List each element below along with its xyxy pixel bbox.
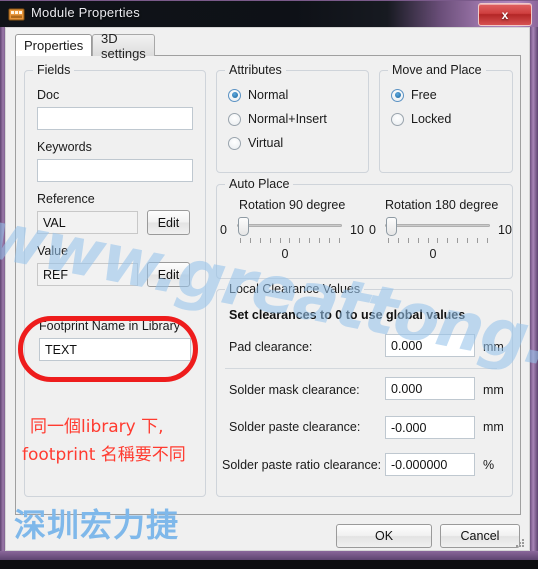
rotation-90-value: 0 bbox=[281, 247, 289, 261]
rotation-180-slider-ticks bbox=[388, 238, 488, 243]
rotation-90-slider-ticks bbox=[240, 238, 340, 243]
solder-paste-clearance-label: Solder paste clearance: bbox=[229, 420, 361, 434]
rotation-180-max-label: 10 bbox=[498, 223, 512, 237]
attributes-option-normal-insert-label: Normal+Insert bbox=[248, 112, 327, 126]
radio-locked-icon bbox=[391, 112, 404, 126]
doc-input[interactable] bbox=[37, 107, 193, 130]
fields-group-title: Fields bbox=[33, 63, 75, 77]
attributes-group-title: Attributes bbox=[225, 63, 286, 77]
rotation-180-slider[interactable] bbox=[385, 217, 490, 245]
reference-input[interactable] bbox=[37, 211, 138, 234]
clearance-separator bbox=[225, 368, 497, 369]
keywords-input[interactable] bbox=[37, 159, 193, 182]
pad-clearance-input[interactable] bbox=[385, 334, 475, 357]
rotation-180-slider-track bbox=[385, 224, 490, 227]
cancel-button[interactable]: Cancel bbox=[440, 524, 520, 548]
solder-paste-ratio-clearance-input[interactable] bbox=[385, 453, 475, 476]
solder-mask-clearance-unit: mm bbox=[483, 383, 504, 397]
rotation-90-min-label: 0 bbox=[220, 223, 227, 237]
solder-paste-ratio-clearance-unit: % bbox=[483, 458, 495, 472]
attributes-group: Attributes Normal Normal+Insert Virtual bbox=[216, 63, 369, 173]
dialog-client-area: Properties 3D settings Fields Doc Keywor… bbox=[5, 27, 530, 551]
radio-normal-icon bbox=[228, 88, 241, 102]
annotation-text-line2: footprint 名稱要不同 bbox=[22, 445, 186, 465]
title-bar: Module Properties x bbox=[0, 0, 538, 28]
radio-virtual-icon bbox=[228, 136, 241, 150]
tab-3d-settings[interactable]: 3D settings bbox=[92, 31, 155, 61]
window-frame-bottom bbox=[0, 551, 538, 560]
rotation-90-slider-handle[interactable] bbox=[238, 217, 249, 236]
rotation-90-max-label: 10 bbox=[350, 223, 364, 237]
radio-free-icon bbox=[391, 88, 404, 102]
dialog-window: Module Properties x Properties 3D settin… bbox=[0, 0, 538, 560]
close-button[interactable]: x bbox=[478, 3, 532, 26]
solder-paste-ratio-clearance-label: Solder paste ratio clearance: bbox=[222, 458, 382, 472]
module-icon bbox=[8, 6, 25, 23]
move-option-free-label: Free bbox=[411, 88, 437, 102]
annotation-text-line1: 同一個library 下, bbox=[30, 417, 164, 437]
reference-label: Reference bbox=[37, 192, 95, 206]
rotation-180-slider-handle[interactable] bbox=[386, 217, 397, 236]
move-and-place-group-title: Move and Place bbox=[388, 63, 486, 77]
resize-grip[interactable] bbox=[514, 536, 526, 548]
rotation-90-slider[interactable] bbox=[237, 217, 342, 245]
move-option-free[interactable]: Free bbox=[391, 88, 437, 102]
value-input[interactable] bbox=[37, 263, 138, 286]
local-clearance-group: Local Clearance Values Set clearances to… bbox=[216, 282, 513, 497]
move-option-locked[interactable]: Locked bbox=[391, 112, 451, 126]
solder-paste-clearance-input[interactable] bbox=[385, 416, 475, 439]
clearance-note: Set clearances to 0 to use global values bbox=[229, 308, 466, 322]
solder-mask-clearance-label: Solder mask clearance: bbox=[229, 383, 360, 397]
move-option-locked-label: Locked bbox=[411, 112, 452, 126]
window-frame-right bbox=[530, 27, 538, 560]
pad-clearance-label: Pad clearance: bbox=[229, 340, 313, 354]
keywords-label: Keywords bbox=[37, 140, 92, 154]
move-and-place-group: Move and Place Free Locked bbox=[379, 63, 513, 173]
rotation-180-min-label: 0 bbox=[369, 223, 376, 237]
radio-normal-insert-icon bbox=[228, 112, 241, 126]
value-label: Value bbox=[37, 244, 69, 258]
attributes-option-normal-label: Normal bbox=[248, 88, 289, 102]
rotation-90-label: Rotation 90 degree bbox=[239, 198, 346, 212]
reference-edit-button[interactable]: Edit bbox=[147, 210, 190, 235]
doc-label: Doc bbox=[37, 88, 60, 102]
solder-mask-clearance-input[interactable] bbox=[385, 377, 475, 400]
attributes-option-virtual[interactable]: Virtual bbox=[228, 136, 283, 150]
auto-place-group-title: Auto Place bbox=[225, 177, 294, 191]
attributes-option-normal[interactable]: Normal bbox=[228, 88, 288, 102]
value-edit-button[interactable]: Edit bbox=[147, 262, 190, 287]
solder-paste-clearance-unit: mm bbox=[483, 420, 504, 434]
rotation-180-value: 0 bbox=[429, 247, 437, 261]
pad-clearance-unit: mm bbox=[483, 340, 504, 354]
rotation-180-label: Rotation 180 degree bbox=[385, 198, 499, 212]
tab-properties[interactable]: Properties bbox=[15, 34, 93, 56]
window-title: Module Properties bbox=[31, 5, 140, 20]
attributes-option-normal-insert[interactable]: Normal+Insert bbox=[228, 112, 327, 126]
ok-button[interactable]: OK bbox=[336, 524, 432, 548]
attributes-option-virtual-label: Virtual bbox=[248, 136, 284, 150]
footprint-name-input[interactable] bbox=[39, 338, 191, 361]
footprint-name-label: Footprint Name in Library bbox=[39, 319, 181, 333]
rotation-90-slider-track bbox=[237, 224, 342, 227]
local-clearance-group-title: Local Clearance Values bbox=[225, 282, 365, 296]
auto-place-group: Auto Place Rotation 90 degree 0 10 0 Rot… bbox=[216, 177, 513, 279]
